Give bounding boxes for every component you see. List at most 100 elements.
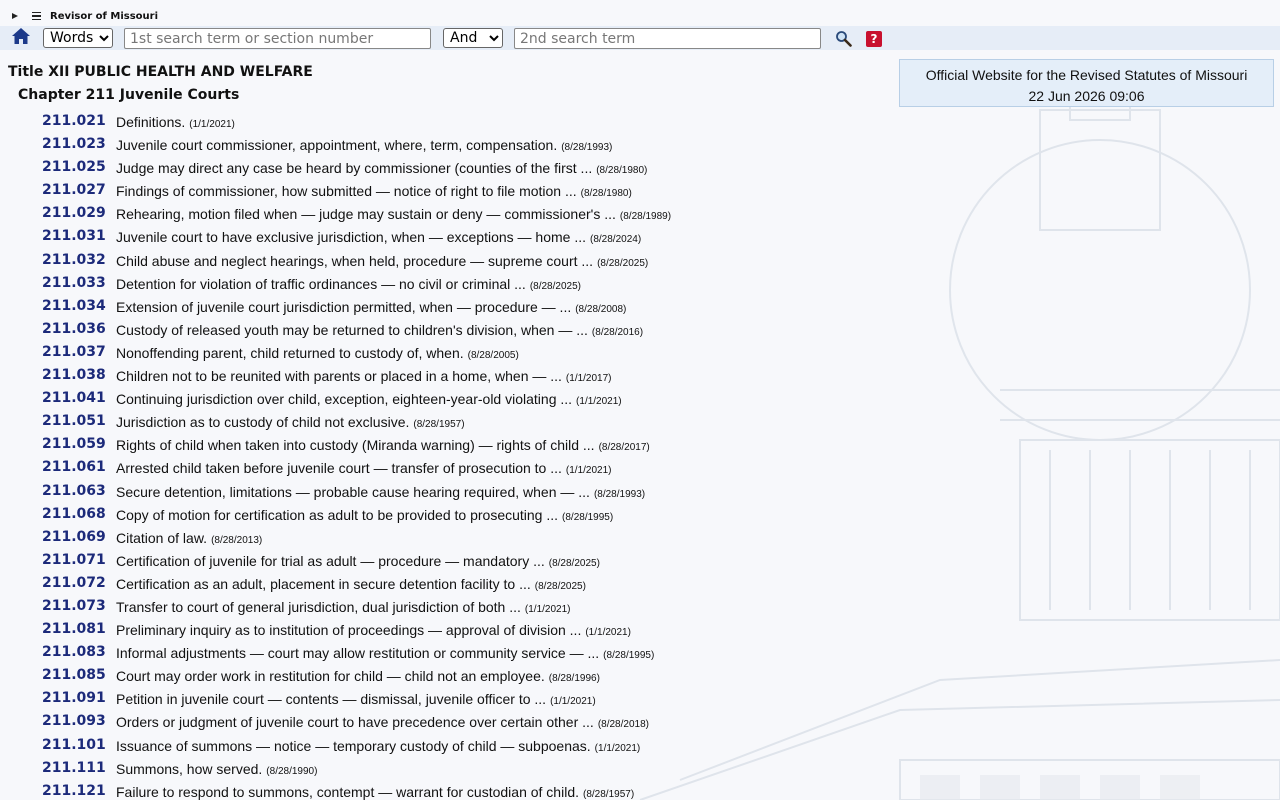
section-effective-date: (8/28/1995)	[603, 650, 655, 662]
section-description-text: Arrested child taken before juvenile cou…	[116, 460, 562, 477]
home-icon[interactable]	[11, 27, 31, 45]
section-row: 211.111 Summons, how served. (8/28/1990)	[0, 758, 900, 781]
section-effective-date: (8/28/1957)	[413, 419, 465, 431]
section-row: 211.069 Citation of law. (8/28/2013)	[0, 527, 900, 550]
section-description: Rights of child when taken into custody …	[116, 437, 650, 453]
section-description-text: Secure detention, limitations — probable…	[116, 483, 590, 500]
section-description: Custody of released youth may be returne…	[116, 322, 643, 338]
section-row: 211.033 Detention for violation of traffi…	[0, 273, 900, 296]
section-effective-date: (1/1/2021)	[585, 627, 631, 639]
section-number-link[interactable]: 211.029	[42, 205, 106, 221]
section-row: 211.051 Jurisdiction as to custody of chi…	[0, 411, 900, 434]
info-box-timestamp: 22 Jun 2026 09:06	[1028, 88, 1145, 104]
section-effective-date: (8/28/1990)	[266, 765, 318, 777]
section-list: 211.021 Definitions. (1/1/2021) 211.023 Juve…	[0, 111, 900, 800]
section-description-text: Informal adjustments — court may allow r…	[116, 645, 600, 662]
section-number-link[interactable]: 211.111	[42, 760, 106, 776]
section-description: Arrested child taken before juvenile cou…	[116, 460, 612, 476]
section-description-text: Definitions.	[116, 114, 186, 130]
section-row: 211.091 Petition in juvenile court — cont…	[0, 688, 900, 711]
section-row: 211.036 Custody of released youth may be …	[0, 319, 900, 342]
section-number-link[interactable]: 211.093	[42, 713, 106, 729]
section-effective-date: (8/28/2024)	[590, 234, 642, 246]
section-number-link[interactable]: 211.033	[42, 275, 106, 291]
section-number-link[interactable]: 211.063	[42, 483, 106, 499]
section-row: 211.037 Nonoffending parent, child return…	[0, 342, 900, 365]
section-effective-date: (1/1/2021)	[524, 603, 571, 615]
site-name[interactable]: Revisor of Missouri	[50, 11, 158, 22]
section-number-link[interactable]: 211.025	[42, 159, 106, 175]
section-description: Children not to be reunited with parents…	[116, 368, 612, 384]
section-number-link[interactable]: 211.027	[42, 182, 106, 198]
help-icon[interactable]: ?	[866, 31, 882, 47]
section-number-link[interactable]: 211.021	[42, 113, 106, 129]
section-description-text: Transfer to court of general jurisdictio…	[116, 598, 521, 615]
search-icon[interactable]	[835, 30, 852, 47]
menu-icon[interactable]	[32, 11, 41, 21]
section-number-link[interactable]: 211.051	[42, 413, 106, 429]
section-number-link[interactable]: 211.083	[42, 644, 106, 660]
section-number-link[interactable]: 211.032	[42, 252, 106, 268]
info-box-title: Official Website for the Revised Statute…	[925, 67, 1248, 83]
section-effective-date: (8/28/1957)	[583, 788, 635, 800]
section-description: Copy of motion for certification as adul…	[116, 507, 613, 523]
section-description-text: Child abuse and neglect hearings, when h…	[116, 252, 594, 269]
section-row: 211.072 Certification as an adult, placem…	[0, 573, 900, 596]
second-search-term-input[interactable]	[514, 28, 821, 49]
section-description: Findings of commissioner, how submitted …	[116, 183, 632, 199]
section-effective-date: (8/28/2025)	[529, 280, 581, 292]
section-number-link[interactable]: 211.073	[42, 598, 106, 614]
section-description: Orders or judgment of juvenile court to …	[116, 714, 649, 730]
section-row: 211.068 Copy of motion for certification …	[0, 504, 900, 527]
section-row: 211.101 Issuance of summons — notice — te…	[0, 735, 900, 758]
section-number-link[interactable]: 211.061	[42, 459, 106, 475]
section-number-link[interactable]: 211.072	[42, 575, 106, 591]
section-number-link[interactable]: 211.071	[42, 552, 106, 568]
section-description: Definitions. (1/1/2021)	[116, 114, 235, 130]
section-number-link[interactable]: 211.023	[42, 136, 106, 152]
section-description-text: Preliminary inquiry as to institution of…	[116, 622, 582, 639]
section-number-link[interactable]: 211.031	[42, 228, 106, 244]
section-row: 211.061 Arrested child taken before juven…	[0, 457, 900, 480]
section-number-link[interactable]: 211.085	[42, 667, 106, 683]
expand-arrow-icon[interactable]	[12, 13, 18, 19]
section-number-link[interactable]: 211.034	[42, 298, 106, 314]
section-row: 211.059 Rights of child when taken into c…	[0, 434, 900, 457]
section-description: Informal adjustments — court may allow r…	[116, 645, 654, 661]
section-effective-date: (1/1/2017)	[565, 373, 612, 385]
section-effective-date: (8/28/1993)	[593, 488, 646, 500]
section-row: 211.032 Child abuse and neglect hearings,…	[0, 250, 900, 273]
search-mode-select[interactable]: Words	[43, 28, 113, 48]
section-row: 211.121 Failure to respond to summons, co…	[0, 781, 900, 800]
section-description: Petition in juvenile court — contents — …	[116, 691, 596, 707]
section-number-link[interactable]: 211.059	[42, 436, 106, 452]
section-description-text: Custody of released youth may be returne…	[116, 321, 588, 338]
section-row: 211.027 Findings of commissioner, how sub…	[0, 180, 900, 203]
section-number-link[interactable]: 211.081	[42, 621, 106, 637]
section-number-link[interactable]: 211.068	[42, 506, 106, 522]
section-number-link[interactable]: 211.038	[42, 367, 106, 383]
section-effective-date: (8/28/2025)	[548, 557, 600, 569]
section-description: Secure detention, limitations — probable…	[116, 484, 645, 500]
section-description: Certification as an adult, placement in …	[116, 576, 586, 592]
section-number-link[interactable]: 211.091	[42, 690, 106, 706]
section-description-text: Copy of motion for certification as adul…	[116, 506, 559, 523]
section-row: 211.083 Informal adjustments — court may …	[0, 642, 900, 665]
section-row: 211.093 Orders or judgment of juvenile co…	[0, 711, 900, 734]
section-description: Citation of law. (8/28/2013)	[116, 530, 262, 546]
section-number-link[interactable]: 211.037	[42, 344, 106, 360]
section-description: Continuing jurisdiction over child, exce…	[116, 391, 622, 407]
section-number-link[interactable]: 211.069	[42, 529, 106, 545]
section-description-text: Juvenile court commissioner, appointment…	[116, 137, 558, 154]
section-row: 211.041 Continuing jurisdiction over chil…	[0, 388, 900, 411]
section-row: 211.021 Definitions. (1/1/2021)	[0, 111, 900, 134]
section-number-link[interactable]: 211.121	[42, 783, 106, 799]
search-operator-select[interactable]: And	[443, 28, 503, 48]
section-number-link[interactable]: 211.041	[42, 390, 106, 406]
section-description-text: Children not to be reunited with parents…	[116, 368, 562, 385]
section-description: Failure to respond to summons, contempt …	[116, 784, 634, 800]
section-number-link[interactable]: 211.036	[42, 321, 106, 337]
section-number-link[interactable]: 211.101	[42, 737, 106, 753]
first-search-term-input[interactable]	[124, 28, 431, 49]
section-description-text: Rehearing, motion filed when — judge may…	[116, 206, 616, 223]
